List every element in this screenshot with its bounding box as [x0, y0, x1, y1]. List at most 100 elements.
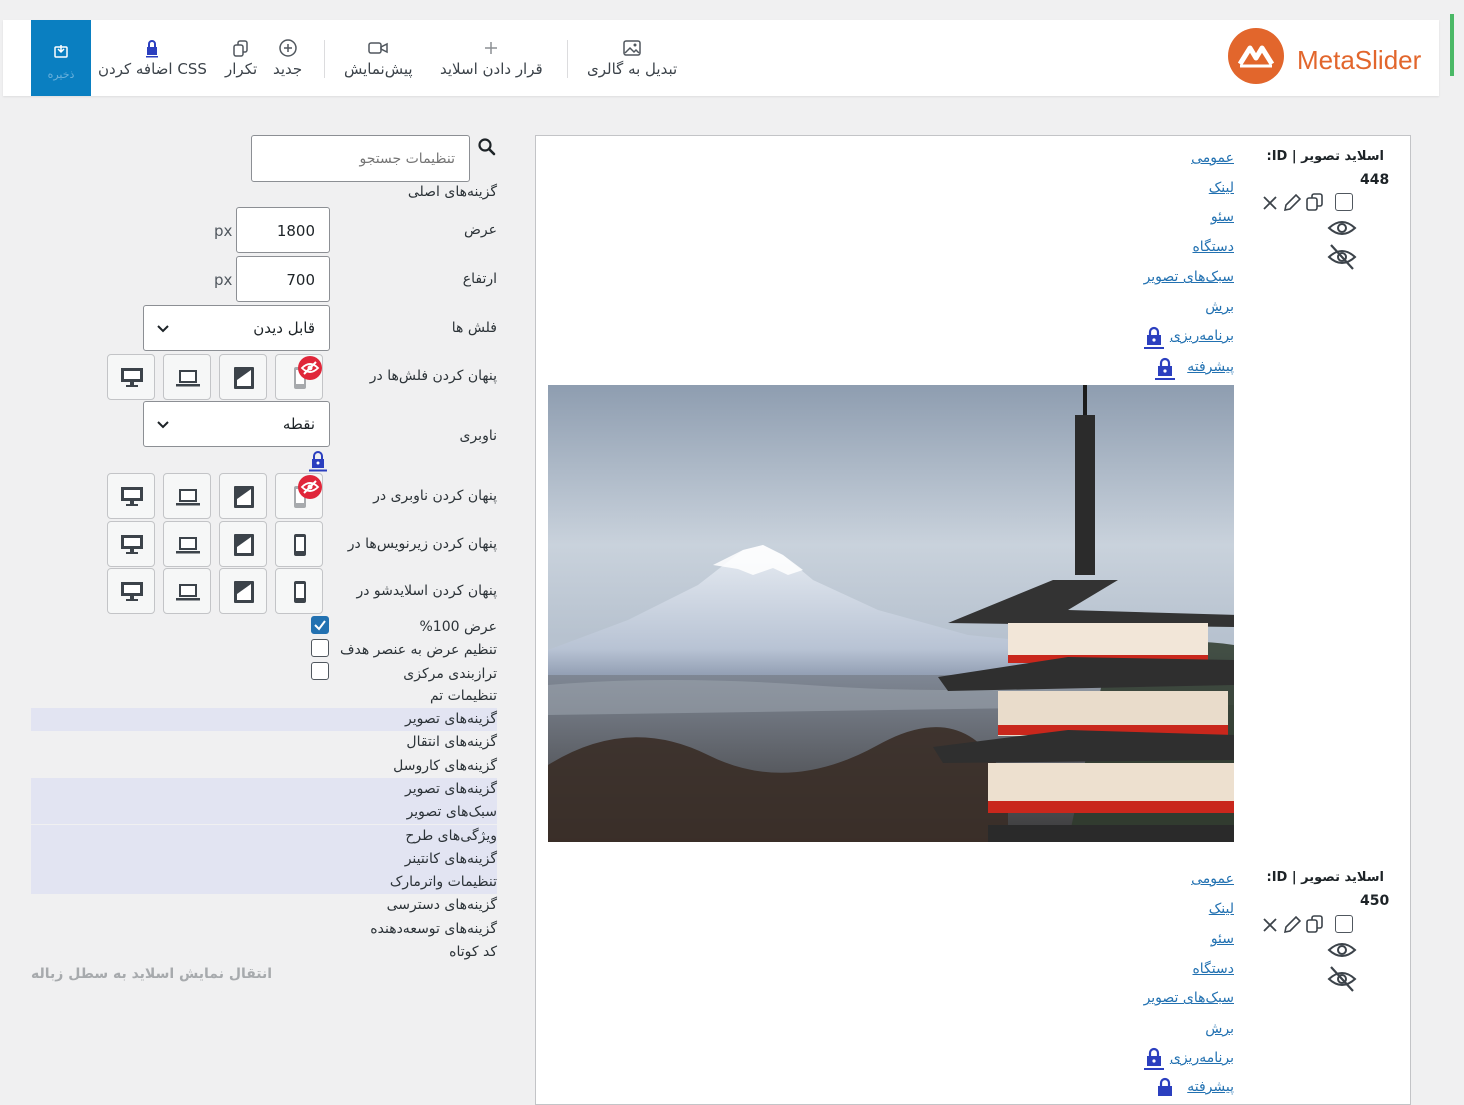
accordion-section[interactable]: تنظیمات واترمارک — [31, 871, 497, 894]
accordion-section[interactable]: گزینه‌های دسترسی — [31, 894, 497, 917]
convert-gallery-button[interactable]: تبدیل به گالری — [587, 38, 677, 78]
eye-off-icon[interactable] — [1327, 243, 1357, 271]
tab-advanced[interactable]: پیشرفته — [1187, 359, 1234, 375]
navigation-select[interactable]: نقطه — [143, 401, 330, 447]
center-checkbox[interactable] — [311, 662, 329, 680]
duplicate-button[interactable]: تکرار — [225, 38, 257, 78]
tab-schedule[interactable]: برنامه‌ریزی — [1170, 328, 1234, 344]
settings-search-input[interactable] — [251, 135, 470, 182]
lock-icon — [1158, 1077, 1172, 1096]
tab-link[interactable]: لینک — [1209, 901, 1234, 917]
checkmark-icon — [314, 620, 326, 631]
desktop-icon — [121, 487, 143, 506]
hide-captions-mobile-button[interactable] — [275, 521, 323, 567]
accordion-section[interactable]: گزینه‌های انتقال — [31, 731, 497, 754]
arrows-select[interactable]: قابل دیدن — [143, 305, 330, 351]
hide-slideshow-tablet-button[interactable] — [219, 568, 267, 614]
plus-circle-icon — [278, 39, 297, 57]
accordion-section[interactable]: گزینه‌های تصویر — [31, 778, 497, 801]
hide-arrows-label: پنهان کردن فلش‌ها در — [369, 368, 497, 384]
navigation-label: ناوبری — [459, 428, 497, 444]
tab-general[interactable]: عمومی — [1191, 871, 1234, 887]
add-css-button[interactable]: اضافه کردن CSS — [98, 38, 207, 78]
logo-text: MetaSlider — [1297, 45, 1422, 75]
main-options-heading: گزینه‌های اصلی — [407, 184, 497, 200]
trash-link[interactable]: انتقال نمایش اسلاید به سطل زباله — [31, 966, 272, 982]
accordion-section[interactable]: سبک‌های تصویر — [31, 801, 497, 824]
tab-advanced[interactable]: پیشرفته — [1187, 1079, 1234, 1095]
mobile-icon — [294, 581, 306, 603]
close-icon[interactable] — [1260, 915, 1280, 935]
eye-icon[interactable] — [1327, 216, 1357, 240]
new-button[interactable]: جدید — [273, 38, 302, 78]
tab-crop[interactable]: برش — [1205, 299, 1234, 315]
accordion-section[interactable]: گزینه‌های کاروسل — [31, 755, 497, 778]
tab-device[interactable]: دستگاه — [1192, 961, 1234, 977]
center-label: ترازبندی مرکزی — [403, 666, 497, 682]
hide-navigation-desktop-button[interactable] — [107, 473, 155, 519]
hide-slideshow-desktop-button[interactable] — [107, 568, 155, 614]
accordion-section[interactable]: گزینه‌های کانتینر — [31, 848, 497, 871]
hide-navigation-tablet-button[interactable] — [219, 473, 267, 519]
navigation-select-value: نقطه — [282, 415, 315, 433]
full-width-checkbox[interactable] — [311, 616, 329, 634]
tablet-icon — [234, 534, 254, 556]
accordion-section[interactable]: کد کوتاه — [31, 941, 497, 964]
accordion-section[interactable]: گزینه‌های تصویر — [31, 708, 497, 731]
desktop-icon — [121, 582, 143, 601]
hide-arrows-tablet-button[interactable] — [219, 354, 267, 400]
hide-slideshow-laptop-button[interactable] — [163, 568, 211, 614]
adapt-width-checkbox[interactable] — [311, 639, 329, 657]
duplicate-label: تکرار — [225, 60, 258, 78]
plus-icon — [485, 42, 498, 54]
lock-icon[interactable] — [309, 450, 327, 472]
metaslider-logo — [1228, 28, 1284, 84]
tab-crop[interactable]: برش — [1205, 1021, 1234, 1037]
accordion-section[interactable]: گزینه‌های توسعه‌دهنده — [31, 918, 497, 941]
laptop-icon — [176, 584, 200, 601]
tab-seo[interactable]: سئو — [1211, 931, 1234, 947]
tab-schedule[interactable]: برنامه‌ریزی — [1170, 1050, 1234, 1066]
copy-icon[interactable] — [1304, 191, 1326, 213]
eye-icon[interactable] — [1327, 938, 1357, 962]
height-input[interactable]: 700 — [236, 256, 330, 302]
pencil-icon[interactable] — [1281, 914, 1303, 936]
hide-captions-laptop-button[interactable] — [163, 521, 211, 567]
search-icon[interactable] — [477, 137, 497, 157]
slide-select-checkbox[interactable] — [1335, 193, 1353, 211]
tab-link[interactable]: لینک — [1209, 180, 1234, 196]
tab-device[interactable]: دستگاه — [1192, 239, 1234, 255]
tab-image-styles[interactable]: سبک‌های تصویر — [1144, 269, 1234, 285]
add-slide-button[interactable]: قرار دادن اسلاید — [440, 38, 543, 78]
tablet-icon — [234, 581, 254, 603]
hide-captions-desktop-button[interactable] — [107, 521, 155, 567]
width-unit: px — [214, 222, 233, 240]
eye-off-icon[interactable] — [1327, 965, 1357, 993]
save-button[interactable]: ذخیره — [31, 20, 91, 96]
theme-settings-label[interactable]: تنظیمات تم — [430, 688, 497, 704]
width-input[interactable]: 1800 — [236, 207, 330, 253]
desktop-icon — [121, 368, 143, 387]
hide-slideshow-mobile-button[interactable] — [275, 568, 323, 614]
hide-captions-tablet-button[interactable] — [219, 521, 267, 567]
hide-navigation-laptop-button[interactable] — [163, 473, 211, 519]
height-unit: px — [214, 271, 233, 289]
tablet-icon — [234, 367, 254, 389]
pencil-icon[interactable] — [1281, 192, 1303, 214]
tab-seo[interactable]: سئو — [1211, 209, 1234, 225]
slide-type-label: اسلاید تصویر | ID: — [1266, 870, 1384, 885]
preview-button[interactable]: پیش‌نمایش — [344, 38, 413, 78]
hide-arrows-desktop-button[interactable] — [107, 354, 155, 400]
tab-general[interactable]: عمومی — [1191, 150, 1234, 166]
slide-image[interactable] — [548, 385, 1234, 842]
add-css-label: اضافه کردن CSS — [98, 60, 207, 78]
lock-icon — [1144, 1047, 1164, 1070]
convert-gallery-label: تبدیل به گالری — [587, 60, 678, 78]
hide-arrows-laptop-button[interactable] — [163, 354, 211, 400]
copy-icon[interactable] — [1304, 913, 1326, 935]
video-icon — [368, 42, 389, 54]
slide-select-checkbox[interactable] — [1335, 915, 1353, 933]
tab-image-styles[interactable]: سبک‌های تصویر — [1144, 990, 1234, 1006]
close-icon[interactable] — [1260, 193, 1280, 213]
accordion-section[interactable]: ویژگی‌های طرح — [31, 825, 497, 848]
